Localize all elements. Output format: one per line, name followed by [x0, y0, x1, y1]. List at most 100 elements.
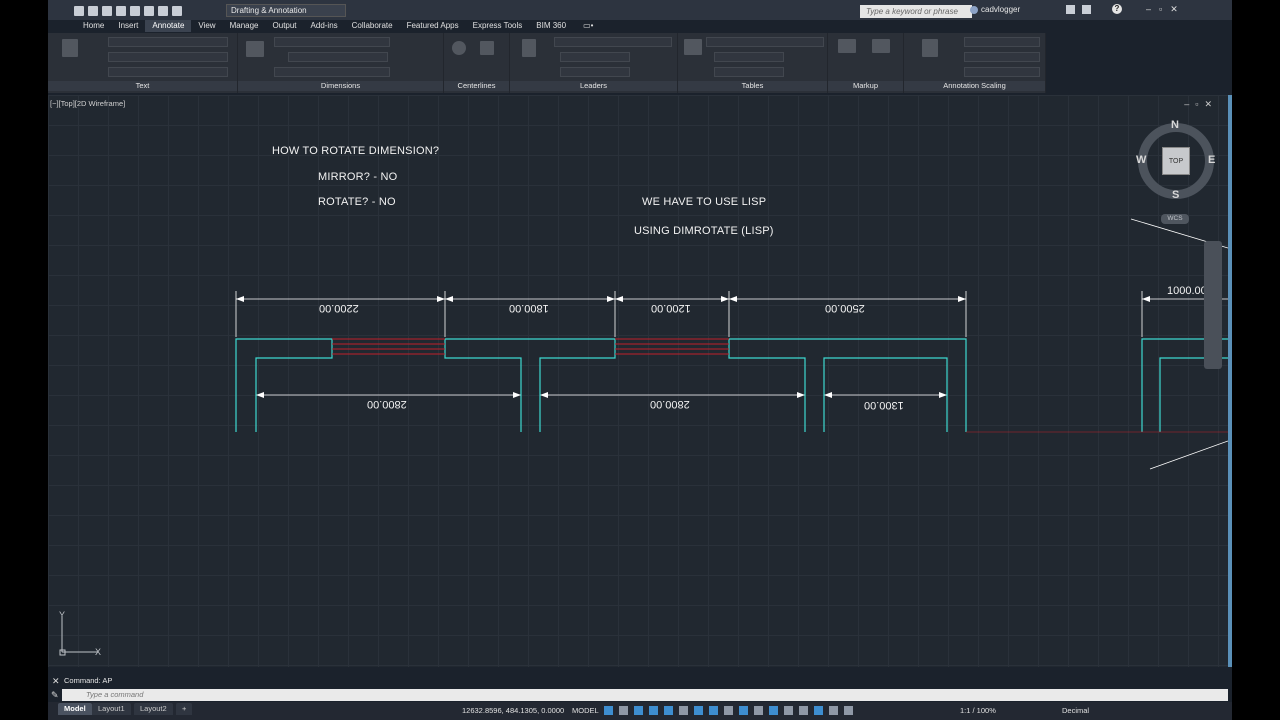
panel-title-markup[interactable]: Markup	[828, 81, 903, 91]
save-icon[interactable]	[102, 6, 112, 16]
user-name[interactable]: cadvlogger	[981, 5, 1020, 14]
note-rotate[interactable]: ROTATE? - NO	[318, 196, 396, 208]
dimension-text[interactable]: 2200.00	[319, 302, 359, 314]
ucs-y-label: Y	[59, 610, 65, 620]
panel-centerlines: Centerlines	[444, 33, 510, 93]
tab-view[interactable]: View	[191, 20, 222, 32]
model-space-toggle[interactable]: MODEL	[572, 706, 599, 715]
grid-icon[interactable]	[604, 706, 613, 715]
tab-output[interactable]: Output	[266, 20, 304, 32]
wcs-menu[interactable]: WCS	[1161, 214, 1189, 224]
search-input[interactable]: Type a keyword or phrase	[860, 5, 972, 18]
tab-express-tools[interactable]: Express Tools	[466, 20, 530, 32]
cursor-coordinates[interactable]: 12632.8596, 484.1305, 0.0000	[462, 706, 564, 715]
tab-layout2[interactable]: Layout2	[134, 703, 173, 715]
hidden-lines	[332, 338, 1228, 433]
status-bar: Model Layout1 Layout2 + 12632.8596, 484.…	[48, 702, 1232, 720]
tab-insert[interactable]: Insert	[111, 20, 145, 32]
exchange-icon[interactable]	[1082, 5, 1091, 14]
window-controls[interactable]: –▫✕	[1146, 4, 1186, 15]
dimension-text[interactable]: 1800.00	[509, 302, 549, 314]
dimension-text[interactable]: 2800.00	[367, 398, 407, 410]
units-selector[interactable]: Decimal	[1062, 706, 1089, 715]
section-profile	[235, 338, 1228, 432]
panel-title-centerlines[interactable]: Centerlines	[444, 81, 509, 91]
dynamic-ucs-icon[interactable]	[784, 706, 793, 715]
drawing-canvas[interactable]	[48, 95, 1228, 667]
undo-icon[interactable]	[158, 6, 168, 16]
panel-title-tables[interactable]: Tables	[678, 81, 827, 91]
plot-icon[interactable]	[144, 6, 154, 16]
gizmo-icon[interactable]	[814, 706, 823, 715]
panel-tables: Tables	[678, 33, 828, 93]
panel-title-text[interactable]: Text	[48, 81, 237, 91]
redo-icon[interactable]	[172, 6, 182, 16]
workspace-dropdown[interactable]: Drafting & Annotation	[226, 4, 346, 17]
dimension-text[interactable]: 2500.00	[825, 302, 865, 314]
snap-icon[interactable]	[619, 706, 628, 715]
compass-east[interactable]: E	[1208, 154, 1215, 166]
add-layout-button[interactable]: +	[176, 703, 193, 715]
3d-osnap-icon[interactable]	[769, 706, 778, 715]
ribbon: Text Dimensions Centerlines Leaders Tabl…	[48, 33, 1046, 93]
drawing-viewport[interactable]: [−][Top][2D Wireframe] –▫✕ HOW TO ROTATE…	[48, 95, 1232, 667]
lineweight-icon[interactable]	[724, 706, 733, 715]
tab-layout1[interactable]: Layout1	[92, 703, 131, 715]
panel-title-dimensions[interactable]: Dimensions	[238, 81, 443, 91]
dimension-text[interactable]: 2800.00	[650, 398, 690, 410]
help-icon[interactable]: ?	[1112, 4, 1122, 14]
arrowheads	[236, 296, 1150, 398]
compass-west[interactable]: W	[1136, 154, 1146, 166]
osnap-tracking-icon[interactable]	[694, 706, 703, 715]
tab-collaborate[interactable]: Collaborate	[345, 20, 400, 32]
ribbon-options-icon[interactable]: ▭•	[583, 20, 593, 32]
note-dimrotate[interactable]: USING DIMROTATE (LISP)	[634, 225, 774, 237]
close-icon[interactable]: ✕	[52, 677, 60, 686]
transparency-icon[interactable]	[739, 706, 748, 715]
wrench-icon[interactable]: ✎	[51, 690, 59, 701]
tab-add-ins[interactable]: Add-ins	[304, 20, 345, 32]
navigation-bar[interactable]	[1204, 241, 1222, 369]
web-mobile-icon[interactable]	[130, 6, 140, 16]
tab-annotate[interactable]: Annotate	[145, 20, 192, 32]
selection-filter-icon[interactable]	[799, 706, 808, 715]
viewcube[interactable]: TOP N S W E	[1136, 119, 1215, 201]
auto-scale-icon[interactable]	[844, 706, 853, 715]
cart-icon[interactable]	[1066, 5, 1075, 14]
note-use-lisp[interactable]: WE HAVE TO USE LISP	[642, 196, 766, 208]
annotation-scale[interactable]: 1:1 / 100%	[960, 706, 996, 715]
panel-annotation-scaling: Annotation Scaling	[904, 33, 1046, 93]
compass-north[interactable]: N	[1171, 119, 1179, 131]
tab-manage[interactable]: Manage	[223, 20, 266, 32]
ortho-icon[interactable]	[649, 706, 658, 715]
tab-model[interactable]: Model	[58, 703, 92, 715]
infer-icon[interactable]	[634, 706, 643, 715]
ucs-x-label: X	[95, 647, 101, 657]
new-icon[interactable]	[74, 6, 84, 16]
note-question[interactable]: HOW TO ROTATE DIMENSION?	[272, 145, 439, 157]
panel-markup: Markup	[828, 33, 904, 93]
annotation-visibility-icon[interactable]	[829, 706, 838, 715]
dimension-text[interactable]: 1000.00	[1167, 285, 1207, 297]
osnap-icon[interactable]	[709, 706, 718, 715]
panel-leaders: Leaders	[510, 33, 678, 93]
panel-title-leaders[interactable]: Leaders	[510, 81, 677, 91]
tab-bim360[interactable]: BIM 360	[529, 20, 573, 32]
command-input[interactable]: Type a command	[62, 689, 1228, 701]
polar-icon[interactable]	[664, 706, 673, 715]
panel-title-annotation-scaling[interactable]: Annotation Scaling	[904, 81, 1045, 91]
user-icon	[970, 6, 978, 14]
dimension-text[interactable]: 1300.00	[864, 399, 904, 411]
compass-south[interactable]: S	[1172, 189, 1179, 201]
dimension-text[interactable]: 1200.00	[651, 302, 691, 314]
open-icon[interactable]	[88, 6, 98, 16]
isodraft-icon[interactable]	[679, 706, 688, 715]
selection-cycling-icon[interactable]	[754, 706, 763, 715]
tab-featured-apps[interactable]: Featured Apps	[400, 20, 466, 32]
ucs-icon: Y X	[59, 610, 101, 657]
viewcube-top-face[interactable]: TOP	[1162, 147, 1190, 175]
tab-home[interactable]: Home	[76, 20, 111, 32]
ribbon-tabs: Home Insert Annotate View Manage Output …	[76, 20, 593, 32]
save-as-icon[interactable]	[116, 6, 126, 16]
note-mirror[interactable]: MIRROR? - NO	[318, 171, 397, 183]
